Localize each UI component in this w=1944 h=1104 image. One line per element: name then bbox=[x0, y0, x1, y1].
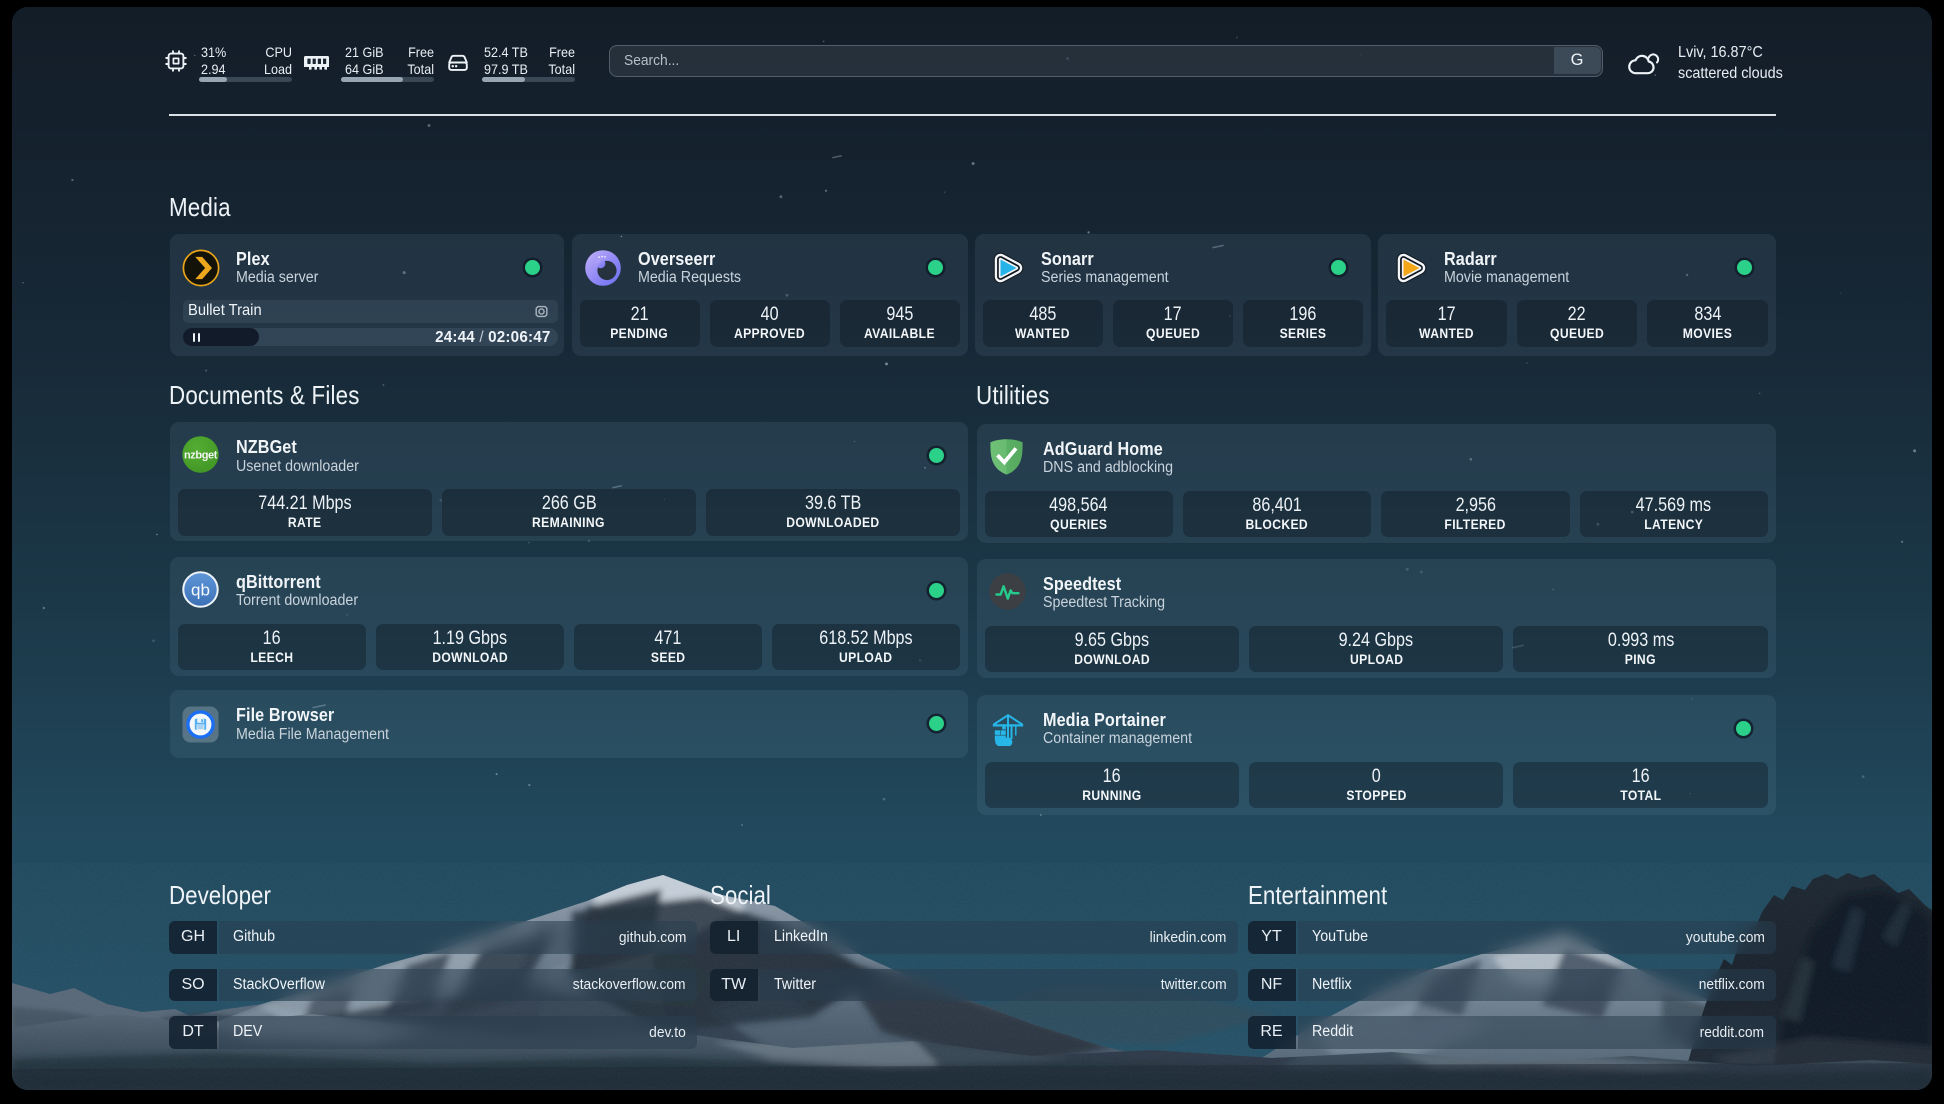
svg-text:nzbget: nzbget bbox=[183, 450, 217, 462]
svg-text:qb: qb bbox=[191, 580, 210, 599]
